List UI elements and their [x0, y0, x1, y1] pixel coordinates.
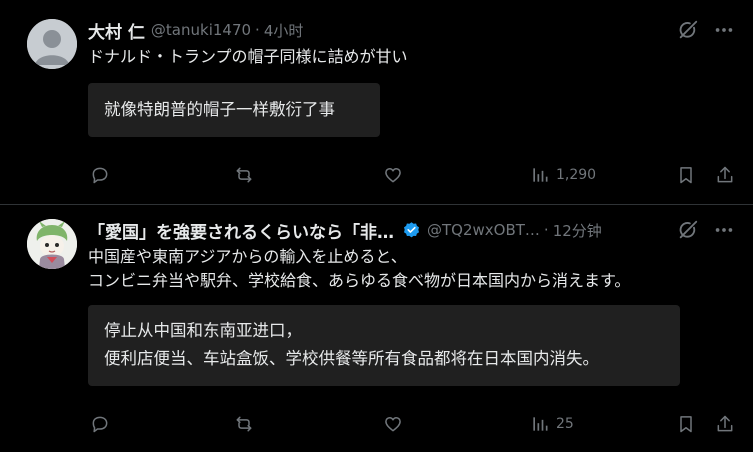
grok-icon[interactable] [677, 219, 699, 241]
share-icon [717, 166, 733, 183]
timeline-feed: 大村 仁 @tanuki1470 · 4小时 ドナルド・トランプの帽子同様に詰め… [0, 0, 753, 452]
default-avatar-icon [27, 19, 77, 69]
handle[interactable]: @tanuki1470 [151, 21, 251, 39]
action-bar: 25 [88, 409, 743, 439]
views-button[interactable]: 25 [530, 409, 574, 439]
bookmark-button[interactable] [676, 160, 696, 190]
tweet[interactable]: 「愛国」を強要されるくらいなら「非… @TQ2wxOBT… · 12分钟 中国産… [0, 205, 753, 452]
share-button[interactable] [715, 160, 735, 190]
tweet-text: ドナルド・トランプの帽子同様に詰めが甘い [88, 45, 408, 69]
tweet-header: 「愛国」を強要されるくらいなら「非… @TQ2wxOBT… · 12分钟 [88, 217, 602, 243]
translation-line: 就像特朗普的帽子一样敷衍了事 [104, 100, 335, 119]
avatar[interactable] [27, 19, 77, 69]
bookmark-icon [680, 416, 692, 433]
translation-box: 就像特朗普的帽子一样敷衍了事 [88, 83, 380, 137]
separator: · [255, 21, 260, 39]
reply-icon [92, 416, 108, 433]
tweet-top-actions [677, 19, 735, 41]
views-count: 25 [556, 416, 574, 432]
more-icon[interactable] [713, 219, 735, 241]
verified-badge-icon [403, 221, 420, 237]
display-name[interactable]: 「愛国」を強要されるくらいなら「非… [88, 218, 394, 243]
views-icon [533, 168, 548, 182]
reply-button[interactable] [90, 409, 110, 439]
tweet-text-line: コンビニ弁当や駅弁、学校給食、あらゆる食べ物が日本国内から消えます。 [88, 271, 631, 290]
views-count: 1,290 [556, 167, 597, 183]
grok-icon[interactable] [677, 19, 699, 41]
action-bar: 1,290 [88, 160, 743, 190]
bookmark-icon [680, 167, 692, 184]
avatar[interactable] [27, 219, 77, 269]
like-button[interactable] [383, 160, 403, 190]
tweet-text: 中国産や東南アジアからの輸入を止めると、 コンビニ弁当や駅弁、学校給食、あらゆる… [88, 245, 630, 293]
like-icon [385, 168, 401, 183]
tweet-header: 大村 仁 @tanuki1470 · 4小时 [88, 17, 303, 43]
tweet[interactable]: 大村 仁 @tanuki1470 · 4小时 ドナルド・トランプの帽子同様に詰め… [0, 0, 753, 205]
display-name[interactable]: 大村 仁 [88, 18, 145, 43]
tweet-text-line: ドナルド・トランプの帽子同様に詰めが甘い [88, 47, 408, 66]
share-icon [717, 415, 733, 432]
views-icon [533, 417, 548, 431]
views-button[interactable]: 1,290 [530, 160, 596, 190]
anime-character-avatar [27, 219, 77, 269]
more-icon[interactable] [713, 19, 735, 41]
reply-button[interactable] [90, 160, 110, 190]
timestamp[interactable]: 12分钟 [553, 220, 602, 241]
share-button[interactable] [715, 409, 735, 439]
retweet-button[interactable] [234, 409, 254, 439]
separator: · [543, 221, 549, 239]
bookmark-button[interactable] [676, 409, 696, 439]
like-button[interactable] [383, 409, 403, 439]
retweet-icon [236, 167, 252, 183]
retweet-icon [236, 416, 252, 432]
handle[interactable]: @TQ2wxOBT… [427, 221, 540, 239]
translation-line: 停止从中国和东南亚进口， [104, 321, 302, 340]
tweet-top-actions [677, 219, 735, 241]
translation-line: 便利店便当、车站盒饭、学校供餐等所有食品都将在日本国内消失。 [104, 349, 599, 368]
translation-box: 停止从中国和东南亚进口， 便利店便当、车站盒饭、学校供餐等所有食品都将在日本国内… [88, 305, 680, 386]
tweet-text-line: 中国産や東南アジアからの輸入を止めると、 [88, 247, 407, 266]
retweet-button[interactable] [234, 160, 254, 190]
reply-icon [92, 167, 108, 184]
like-icon [385, 417, 401, 432]
timestamp[interactable]: 4小时 [264, 20, 304, 41]
